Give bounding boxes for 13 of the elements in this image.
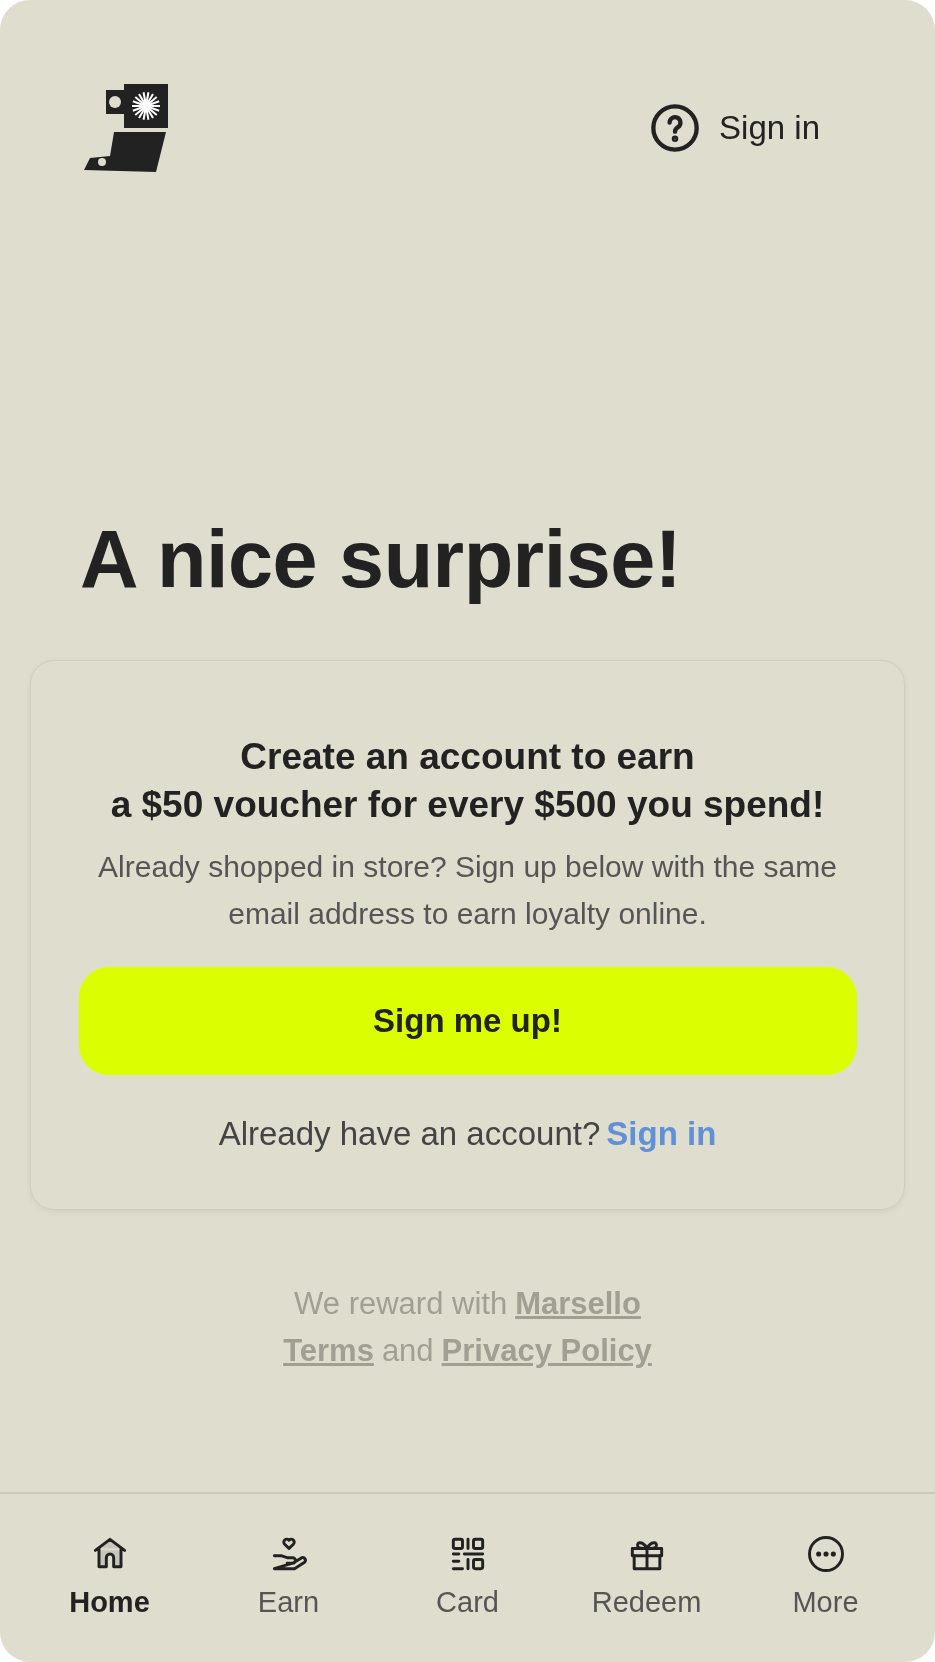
card-description: Already shopped in store? Sign up below with the same email address to earn loyalty online. — [97, 849, 838, 932]
nav-tab[interactable]: Redeem — [571, 1494, 722, 1662]
card-title: Create an account to earn a $50 voucher for every $500 you spend! — [110, 735, 825, 827]
nav-tab[interactable]: Card — [392, 1494, 543, 1662]
sign-in-link[interactable]: Sign in — [649, 102, 820, 154]
nav-tab[interactable]: Earn — [213, 1494, 364, 1662]
footer-text: and — [381, 1332, 434, 1370]
nav-tab[interactable]: Home — [34, 1494, 185, 1662]
footer-text: We reward with — [294, 1285, 508, 1323]
help-icon — [649, 102, 702, 154]
nav-tab[interactable]: More — [750, 1494, 901, 1662]
account-prompt: Already have an account? — [218, 1115, 601, 1153]
sign-up-button[interactable]: Sign me up! — [78, 967, 857, 1075]
